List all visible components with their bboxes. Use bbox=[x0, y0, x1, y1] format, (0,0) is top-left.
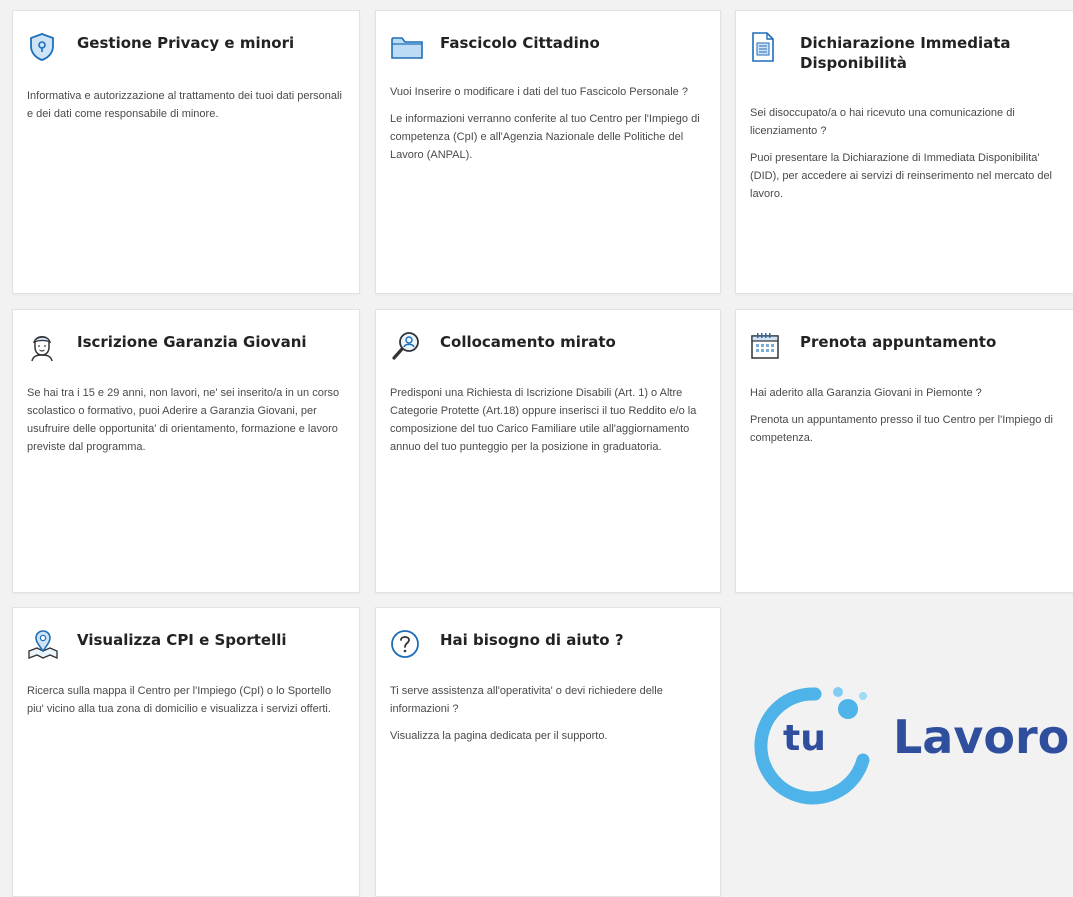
card-aiuto[interactable]: Hai bisogno di aiuto ? Ti serve assisten… bbox=[375, 607, 721, 897]
document-icon bbox=[750, 31, 788, 63]
card-title: Gestione Privacy e minori bbox=[77, 34, 295, 52]
card-fascicolo-cittadino[interactable]: Fascicolo Cittadino Vuoi Inserire o modi… bbox=[375, 10, 721, 294]
logo-word: Lavoro bbox=[893, 710, 1070, 764]
card-description: Ti serve assistenza all'operativita' o d… bbox=[390, 682, 706, 754]
card-title: Visualizza CPI e Sportelli bbox=[77, 631, 287, 649]
card-title: Hai bisogno di aiuto ? bbox=[440, 631, 624, 649]
card-paragraph: Le informazioni verranno conferite al tu… bbox=[390, 113, 700, 161]
card-paragraph: Ti serve assistenza all'operativita' o d… bbox=[390, 685, 663, 715]
card-paragraph: Se hai tra i 15 e 29 anni, non lavori, n… bbox=[27, 387, 340, 453]
magnifier-person-icon bbox=[390, 330, 428, 362]
card-paragraph: Puoi presentare la Dichiarazione di Imme… bbox=[750, 152, 1053, 200]
card-title: Dichiarazione Immediata Disponibilità bbox=[800, 34, 1011, 72]
folder-icon bbox=[390, 31, 428, 63]
card-paragraph: Vuoi Inserire o modificare i dati del tu… bbox=[390, 86, 688, 98]
logo-prefix: tu bbox=[783, 718, 826, 759]
calendar-icon bbox=[750, 330, 788, 362]
map-pin-icon bbox=[27, 628, 65, 660]
tu-lavoro-logo: tu Lavoro bbox=[745, 680, 1073, 805]
card-paragraph: Ricerca sulla mappa il Centro per l'Impi… bbox=[27, 685, 332, 715]
help-icon bbox=[390, 628, 428, 660]
card-title: Fascicolo Cittadino bbox=[440, 34, 600, 52]
card-visualizza-cpi[interactable]: Visualizza CPI e Sportelli Ricerca sulla… bbox=[12, 607, 360, 897]
card-description: Sei disoccupato/a o hai ricevuto una com… bbox=[750, 104, 1065, 212]
card-description: Vuoi Inserire o modificare i dati del tu… bbox=[390, 83, 706, 173]
card-collocamento-mirato[interactable]: Collocamento mirato Predisponi una Richi… bbox=[375, 309, 721, 593]
card-title: Iscrizione Garanzia Giovani bbox=[77, 333, 307, 351]
card-description: Predisponi una Richiesta di Iscrizione D… bbox=[390, 384, 706, 465]
young-person-icon bbox=[27, 330, 65, 362]
card-dichiarazione-did[interactable]: Dichiarazione Immediata Disponibilità Se… bbox=[735, 10, 1073, 294]
card-description: Ricerca sulla mappa il Centro per l'Impi… bbox=[27, 682, 345, 727]
card-gestione-privacy[interactable]: Gestione Privacy e minori Informativa e … bbox=[12, 10, 360, 294]
card-garanzia-giovani[interactable]: Iscrizione Garanzia Giovani Se hai tra i… bbox=[12, 309, 360, 593]
card-paragraph: Sei disoccupato/a o hai ricevuto una com… bbox=[750, 107, 1015, 137]
card-description: Hai aderito alla Garanzia Giovani in Pie… bbox=[750, 384, 1065, 456]
card-prenota-appuntamento[interactable]: Prenota appuntamento Hai aderito alla Ga… bbox=[735, 309, 1073, 593]
card-paragraph: Visualizza la pagina dedicata per il sup… bbox=[390, 730, 608, 742]
card-paragraph: Hai aderito alla Garanzia Giovani in Pie… bbox=[750, 387, 982, 399]
card-description: Se hai tra i 15 e 29 anni, non lavori, n… bbox=[27, 384, 345, 465]
card-paragraph: Predisponi una Richiesta di Iscrizione D… bbox=[390, 387, 697, 453]
shield-icon bbox=[27, 31, 65, 63]
card-paragraph: Informativa e autorizzazione al trattame… bbox=[27, 90, 342, 120]
card-title: Collocamento mirato bbox=[440, 333, 616, 351]
card-title: Prenota appuntamento bbox=[800, 333, 997, 351]
card-paragraph: Prenota un appuntamento presso il tuo Ce… bbox=[750, 414, 1053, 444]
card-description: Informativa e autorizzazione al trattame… bbox=[27, 87, 345, 132]
